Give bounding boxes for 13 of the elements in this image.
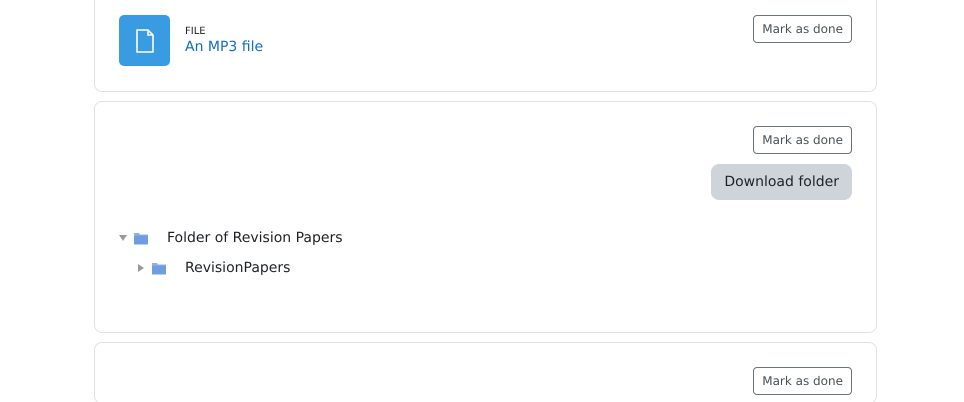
folder-name[interactable]: RevisionPapers [185, 260, 290, 276]
mark-as-done-button[interactable]: Mark as done [753, 367, 852, 395]
file-icon [119, 15, 170, 66]
caret-icon[interactable] [119, 234, 127, 242]
mark-as-done-button[interactable]: Mark as done [753, 15, 852, 43]
caret-icon[interactable] [137, 264, 145, 272]
mark-as-done-button[interactable]: Mark as done [753, 126, 852, 154]
folder-icon [133, 232, 149, 244]
activity-link[interactable]: An MP3 file [185, 39, 264, 55]
folder-icon [151, 262, 167, 274]
folder-name[interactable]: Folder of Revision Papers [167, 230, 343, 246]
download-folder-button[interactable]: Download folder [711, 164, 852, 200]
activity-type-label: FILE [185, 26, 207, 37]
